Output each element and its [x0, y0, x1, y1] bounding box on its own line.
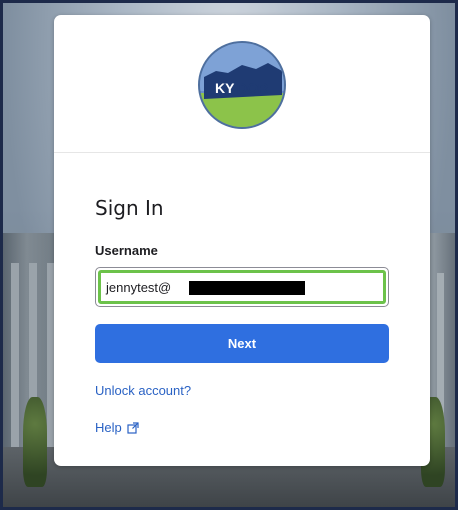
- page-title: Sign In: [95, 196, 164, 220]
- sign-in-card: KY DOR Sign In Username jennytest@ Next …: [54, 15, 430, 466]
- username-label: Username: [95, 243, 158, 258]
- redaction-bar: [189, 281, 305, 295]
- external-link-icon: [127, 421, 139, 434]
- help-label: Help: [95, 420, 122, 435]
- logo-text-ky: KY: [215, 80, 235, 96]
- username-value: jennytest@: [106, 280, 172, 295]
- unlock-account-link[interactable]: Unlock account?: [95, 383, 191, 398]
- username-input[interactable]: jennytest@: [95, 267, 389, 307]
- background-tree: [23, 397, 47, 487]
- kydor-logo: KY DOR: [198, 41, 286, 129]
- next-button[interactable]: Next: [95, 324, 389, 363]
- help-link[interactable]: Help: [95, 420, 139, 435]
- logo-text-dor: DOR: [237, 80, 268, 96]
- logo-header: KY DOR: [54, 15, 430, 153]
- page-frame: KY DOR Sign In Username jennytest@ Next …: [0, 0, 458, 510]
